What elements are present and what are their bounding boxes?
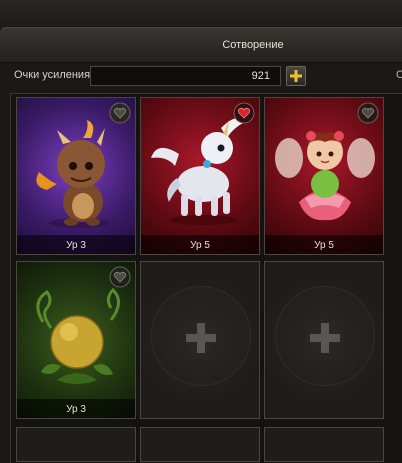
heart-icon (233, 102, 255, 124)
pet-card[interactable]: Ур 5 (140, 97, 260, 255)
plus-icon (186, 323, 216, 353)
clipped-label: О (396, 69, 402, 81)
favorite-heart-button[interactable] (357, 102, 379, 124)
favorite-heart-button[interactable] (233, 102, 255, 124)
add-points-button[interactable] (286, 66, 306, 86)
pet-card[interactable]: Ур 3 (16, 97, 136, 255)
plus-icon (290, 70, 302, 82)
plus-icon (310, 323, 340, 353)
enhancement-points-value: 921 (251, 70, 270, 82)
enhancement-points-label: Очки усиления (14, 69, 91, 81)
heart-icon (109, 266, 131, 288)
empty-slot[interactable] (264, 427, 384, 462)
top-strip (0, 0, 402, 26)
favorite-heart-button[interactable] (109, 102, 131, 124)
pet-level: Ур 3 (66, 404, 86, 415)
enhancement-points-row: Очки усиления 921 О (0, 66, 402, 88)
empty-slot[interactable] (16, 427, 136, 462)
empty-slot[interactable] (140, 261, 260, 419)
tab-bar: Сотворение (0, 27, 402, 63)
heart-icon (357, 102, 379, 124)
empty-slot[interactable] (140, 427, 260, 462)
pet-card[interactable]: Ур 3 (16, 261, 136, 419)
pet-level: Ур 3 (66, 240, 86, 251)
favorite-heart-button[interactable] (109, 266, 131, 288)
pet-level: Ур 5 (190, 240, 210, 251)
enhancement-points-field: 921 (90, 66, 281, 86)
heart-icon (109, 102, 131, 124)
tab-creation[interactable]: Сотворение (0, 28, 402, 62)
pet-card[interactable]: Ур 5 (264, 97, 384, 255)
pet-level: Ур 5 (314, 240, 334, 251)
empty-slot[interactable] (264, 261, 384, 419)
